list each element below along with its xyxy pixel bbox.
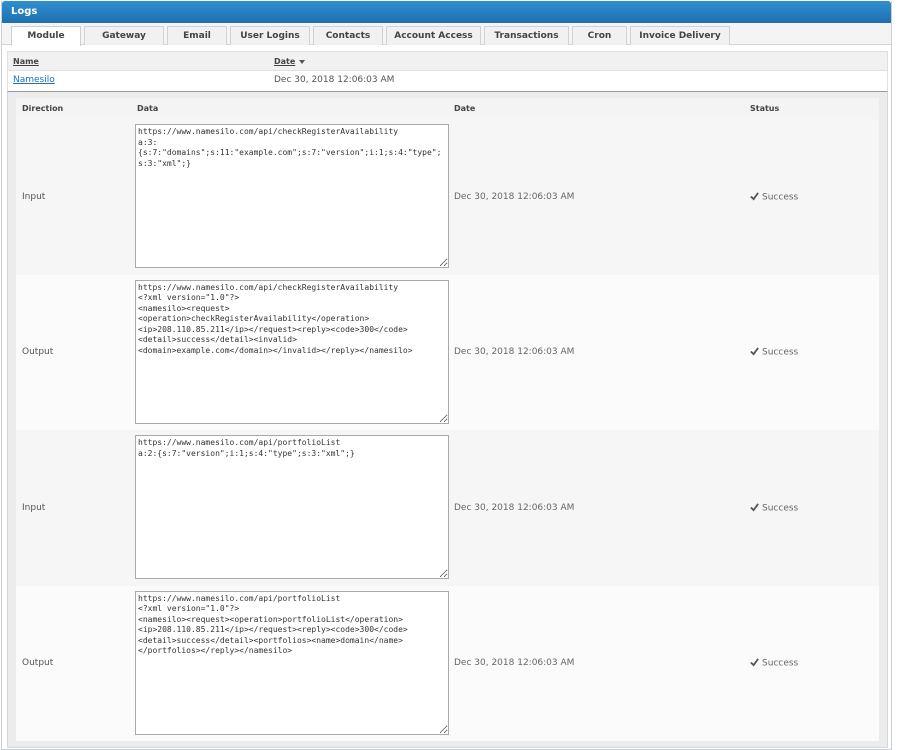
status-column-header: Status: [750, 104, 780, 113]
module-name-link[interactable]: Namesilo: [13, 75, 55, 85]
logs-panel: Logs Module Gateway Email User Logins Co…: [1, 1, 892, 750]
tab-contacts[interactable]: Contacts: [313, 26, 383, 45]
log-data-textarea[interactable]: https://www.namesilo.com/api/portfolioLi…: [135, 435, 449, 579]
tab-transactions[interactable]: Transactions: [484, 26, 569, 45]
date-cell: Dec 30, 2018 12:06:03 AM: [454, 191, 575, 202]
log-data-textarea[interactable]: https://www.namesilo.com/api/checkRegist…: [135, 279, 449, 424]
status-cell: Success: [750, 347, 798, 358]
date-column-header[interactable]: Date: [274, 57, 306, 66]
direction-cell: Input: [22, 191, 46, 202]
date-cell: Dec 30, 2018 12:06:03 AM: [454, 502, 575, 513]
direction-cell: Output: [22, 658, 54, 669]
check-icon: [750, 502, 759, 512]
status-cell: Success: [750, 658, 798, 669]
module-log-date: Dec 30, 2018 12:06:03 AM: [274, 75, 395, 85]
status-text: Success: [762, 658, 799, 669]
check-icon: [750, 347, 759, 356]
detail-row: Output https://www.namesilo.com/api/chec…: [16, 274, 879, 430]
detail-row: Input https://www.namesilo.com/api/check…: [16, 119, 879, 275]
name-column-header[interactable]: Name: [13, 57, 39, 66]
tab-email[interactable]: Email: [167, 26, 227, 45]
log-data-textarea[interactable]: https://www.namesilo.com/api/checkRegist…: [135, 124, 449, 268]
status-cell: Success: [750, 502, 798, 513]
check-icon: [750, 191, 759, 201]
module-log-header: Name Date: [7, 51, 888, 71]
status-text: Success: [762, 347, 799, 358]
sort-desc-icon: [299, 59, 306, 64]
date-column-label: Date: [274, 57, 296, 66]
detail-row: Output https://www.namesilo.com/api/port…: [16, 585, 879, 741]
data-column-header: Data: [137, 104, 159, 113]
date-column-header: Date: [454, 104, 476, 113]
tab-gateway[interactable]: Gateway: [84, 26, 164, 45]
table-row[interactable]: Namesilo Dec 30, 2018 12:06:03 AM: [7, 71, 888, 91]
tab-cron[interactable]: Cron: [572, 26, 627, 45]
detail-table-header: Direction Data Date Status: [16, 98, 879, 119]
direction-column-header: Direction: [22, 104, 64, 113]
log-data-textarea[interactable]: https://www.namesilo.com/api/portfolioLi…: [135, 590, 449, 735]
tab-module[interactable]: Module: [11, 26, 81, 46]
status-text: Success: [762, 503, 799, 514]
tab-user-logins[interactable]: User Logins: [230, 26, 310, 45]
direction-cell: Input: [22, 502, 46, 513]
panel-title: Logs: [2, 1, 891, 23]
status-text: Success: [762, 192, 799, 203]
check-icon: [750, 658, 759, 667]
detail-row: Input https://www.namesilo.com/api/portf…: [16, 430, 879, 586]
direction-cell: Output: [22, 347, 54, 358]
log-detail-panel: Direction Data Date Status Input https:/…: [7, 91, 888, 748]
tab-bar: Module Gateway Email User Logins Contact…: [2, 23, 891, 46]
date-cell: Dec 30, 2018 12:06:03 AM: [454, 658, 575, 669]
tab-invoice-delivery[interactable]: Invoice Delivery: [630, 26, 730, 45]
status-cell: Success: [750, 191, 798, 202]
module-log-table: Name Date Namesilo Dec 30, 2018 12:06:03…: [7, 51, 888, 748]
date-cell: Dec 30, 2018 12:06:03 AM: [454, 347, 575, 358]
tab-account-access[interactable]: Account Access: [386, 26, 481, 45]
